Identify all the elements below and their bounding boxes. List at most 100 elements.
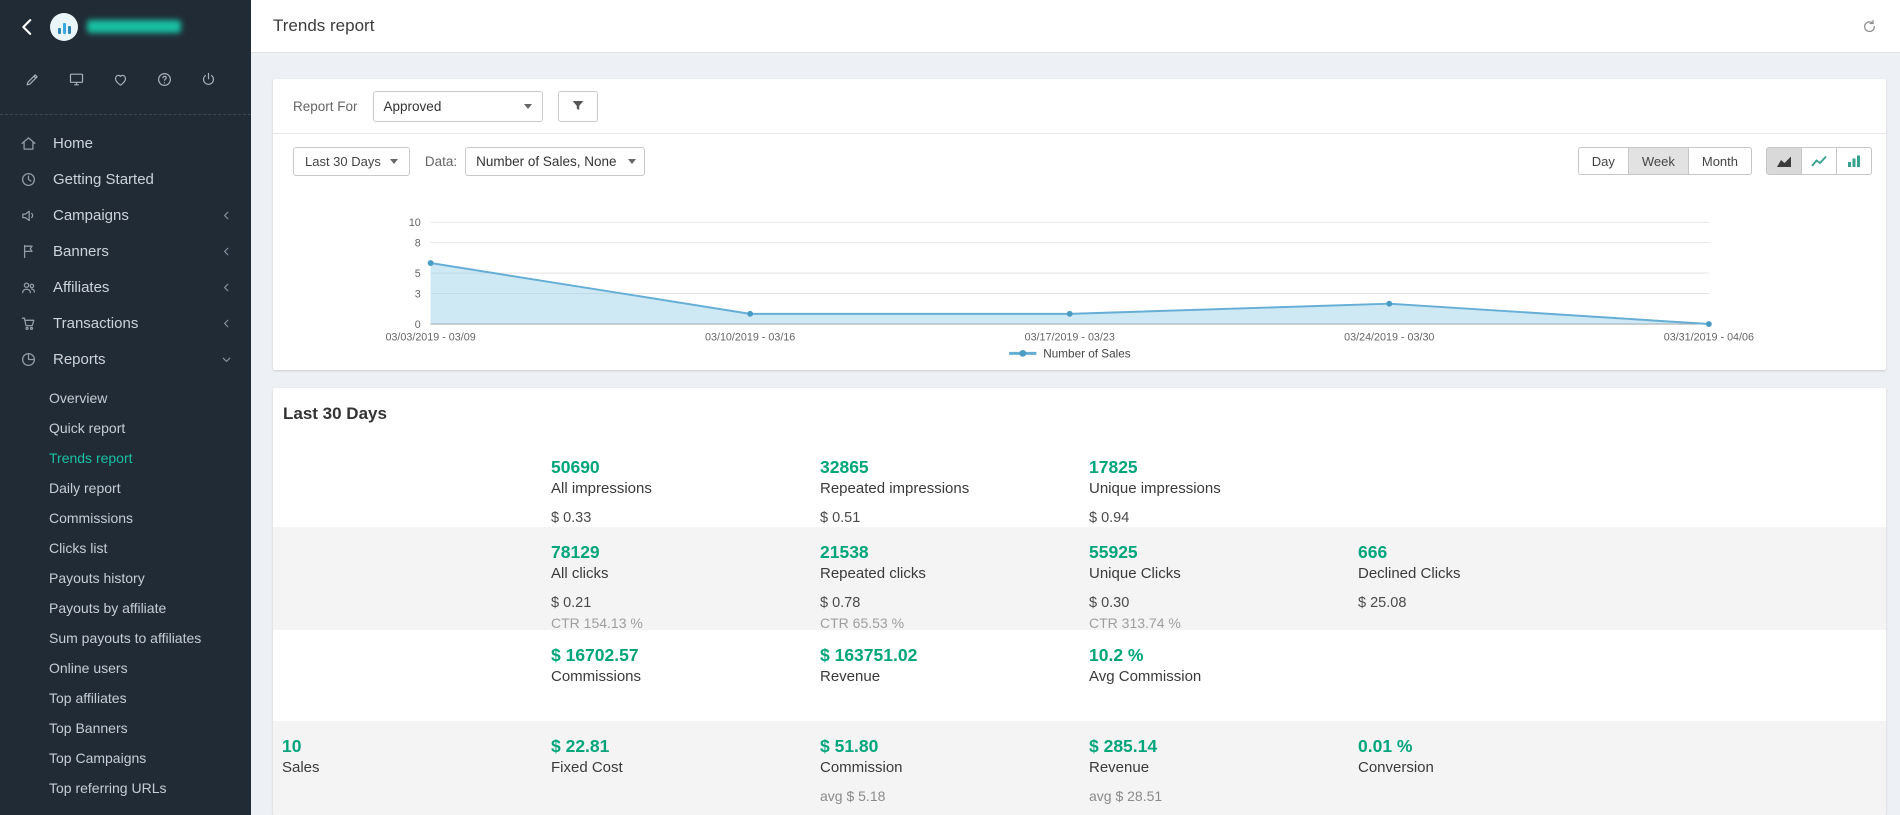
date-range-button[interactable]: Last 30 Days (293, 147, 410, 176)
sidebar-item-label: Home (53, 135, 233, 152)
stat-money: $ 0.51 (820, 509, 1089, 527)
sidebar-item-top-referring-urls[interactable]: Top referring URLs (0, 773, 251, 803)
stat-value: 666 (1358, 541, 1886, 563)
stat-all-clicks: 78129 All clicks $ 0.21 CTR 154.13 % (551, 527, 820, 632)
period-toggle: Day Week Month (1578, 147, 1752, 175)
stat-all-impressions: 50690 All impressions $ 0.33 (551, 442, 820, 527)
stat-label: Revenue (820, 666, 1089, 687)
sidebar-item-label: Transactions (53, 315, 220, 332)
area-chart-button[interactable] (1766, 147, 1802, 175)
sidebar-quick-icons (0, 71, 251, 88)
sidebar-item-banners[interactable]: Banners (0, 233, 251, 269)
stat-commission: $ 51.80 Commission avg $ 5.18 (820, 721, 1089, 815)
stat-value: 0.01 % (1358, 735, 1886, 757)
svg-text:5: 5 (415, 268, 421, 280)
sidebar-item-campaigns[interactable]: Campaigns (0, 197, 251, 233)
sidebar-item-sum-payouts[interactable]: Sum payouts to affiliates (0, 623, 251, 653)
chart-controls-row: Last 30 Days Data: Number of Sales, None… (273, 134, 1886, 188)
period-month-button[interactable]: Month (1688, 147, 1752, 175)
sidebar-item-overview[interactable]: Overview (0, 383, 251, 413)
sidebar-item-quick-report[interactable]: Quick report (0, 413, 251, 443)
sidebar-item-affiliates[interactable]: Affiliates (0, 269, 251, 305)
report-for-select[interactable]: Approved (373, 91, 543, 122)
bar-chart-icon (1846, 154, 1862, 168)
bar-chart-button[interactable] (1836, 147, 1872, 175)
stat-avg: avg $ 5.18 (820, 788, 1089, 805)
report-controls-card: Report For Approved Last 30 Days Data: N… (273, 79, 1886, 370)
stat-label: Sales (282, 757, 551, 778)
stat-label: Commission (820, 757, 1089, 778)
stat-unique-impressions: 17825 Unique impressions $ 0.94 (1089, 442, 1358, 527)
pencil-icon[interactable] (24, 71, 41, 88)
svg-text:10: 10 (409, 217, 421, 229)
refresh-icon[interactable] (1861, 18, 1878, 35)
monitor-icon[interactable] (68, 71, 85, 88)
chevron-left-icon (220, 281, 233, 294)
empty-cell (282, 442, 551, 527)
chevron-left-icon (220, 317, 233, 330)
svg-text:03/03/2019 - 03/09: 03/03/2019 - 03/09 (385, 332, 475, 344)
stats-row-impressions: 50690 All impressions $ 0.33 32865 Repea… (273, 442, 1886, 527)
sidebar-item-top-affiliates[interactable]: Top affiliates (0, 683, 251, 713)
stat-label: Fixed Cost (551, 757, 820, 778)
report-for-value: Approved (384, 99, 512, 114)
stat-value: 78129 (551, 541, 820, 563)
svg-text:Number of Sales: Number of Sales (1043, 347, 1130, 360)
report-for-row: Report For Approved (273, 79, 1886, 133)
data-select[interactable]: Number of Sales, None (465, 147, 645, 176)
filter-button[interactable] (558, 91, 598, 122)
caret-down-icon (390, 159, 398, 164)
back-icon[interactable] (16, 16, 38, 38)
sidebar-item-payouts-history[interactable]: Payouts history (0, 563, 251, 593)
trend-chart: 03581003/03/2019 - 03/0903/10/2019 - 03/… (273, 192, 1886, 370)
sidebar-item-trends-report[interactable]: Trends report (0, 443, 251, 473)
stat-value: 21538 (820, 541, 1089, 563)
line-chart-button[interactable] (1801, 147, 1837, 175)
sidebar-item-online-users[interactable]: Online users (0, 653, 251, 683)
stat-label: Avg Commission (1089, 666, 1358, 687)
sidebar-item-clicks-list[interactable]: Clicks list (0, 533, 251, 563)
period-day-button[interactable]: Day (1578, 147, 1629, 175)
stat-revenue: $ 163751.02 Revenue (820, 630, 1089, 721)
stat-value: $ 22.81 (551, 735, 820, 757)
help-icon[interactable] (156, 71, 173, 88)
sidebar-item-payouts-by-affiliate[interactable]: Payouts by affiliate (0, 593, 251, 623)
main-content: Report For Approved Last 30 Days Data: N… (251, 53, 1900, 815)
heart-icon[interactable] (112, 71, 129, 88)
svg-text:3: 3 (415, 288, 421, 300)
stat-value: $ 16702.57 (551, 644, 820, 666)
stat-value: 17825 (1089, 456, 1358, 478)
sidebar-item-label: Getting Started (53, 171, 233, 188)
sidebar-item-getting-started[interactable]: Getting Started (0, 161, 251, 197)
stat-money: $ 0.33 (551, 509, 820, 527)
sidebar-header (0, 0, 251, 53)
sidebar-item-top-banners[interactable]: Top Banners (0, 713, 251, 743)
sidebar-item-daily-report[interactable]: Daily report (0, 473, 251, 503)
stat-repeated-clicks: 21538 Repeated clicks $ 0.78 CTR 65.53 % (820, 527, 1089, 632)
empty-cell (282, 630, 551, 721)
power-icon[interactable] (200, 71, 217, 88)
sidebar-menu: Home Getting Started Campaigns Banners A… (0, 115, 251, 377)
stat-label: Declined Clicks (1358, 563, 1886, 584)
caret-down-icon (628, 159, 636, 164)
period-week-button[interactable]: Week (1628, 147, 1689, 175)
sidebar-item-home[interactable]: Home (0, 125, 251, 161)
stat-fixed-cost: $ 22.81 Fixed Cost (551, 721, 820, 815)
app-logo[interactable] (50, 13, 181, 41)
page-title: Trends report (273, 16, 374, 36)
stat-money: $ 0.30 (1089, 594, 1358, 612)
stats-title: Last 30 Days (273, 388, 1886, 442)
area-chart-icon (1776, 154, 1792, 168)
svg-text:03/24/2019 - 03/30: 03/24/2019 - 03/30 (1344, 332, 1434, 344)
stat-label: Conversion (1358, 757, 1886, 778)
sidebar-item-commissions[interactable]: Commissions (0, 503, 251, 533)
empty-cell (282, 527, 551, 632)
stat-money: $ 0.21 (551, 594, 820, 612)
pie-chart-icon (20, 351, 41, 368)
sidebar-item-label: Campaigns (53, 207, 220, 224)
sidebar-item-reports[interactable]: Reports (0, 341, 251, 377)
stats-card: Last 30 Days 50690 All impressions $ 0.3… (273, 388, 1886, 815)
clock-icon (20, 171, 41, 188)
sidebar-item-transactions[interactable]: Transactions (0, 305, 251, 341)
sidebar-item-top-campaigns[interactable]: Top Campaigns (0, 743, 251, 773)
